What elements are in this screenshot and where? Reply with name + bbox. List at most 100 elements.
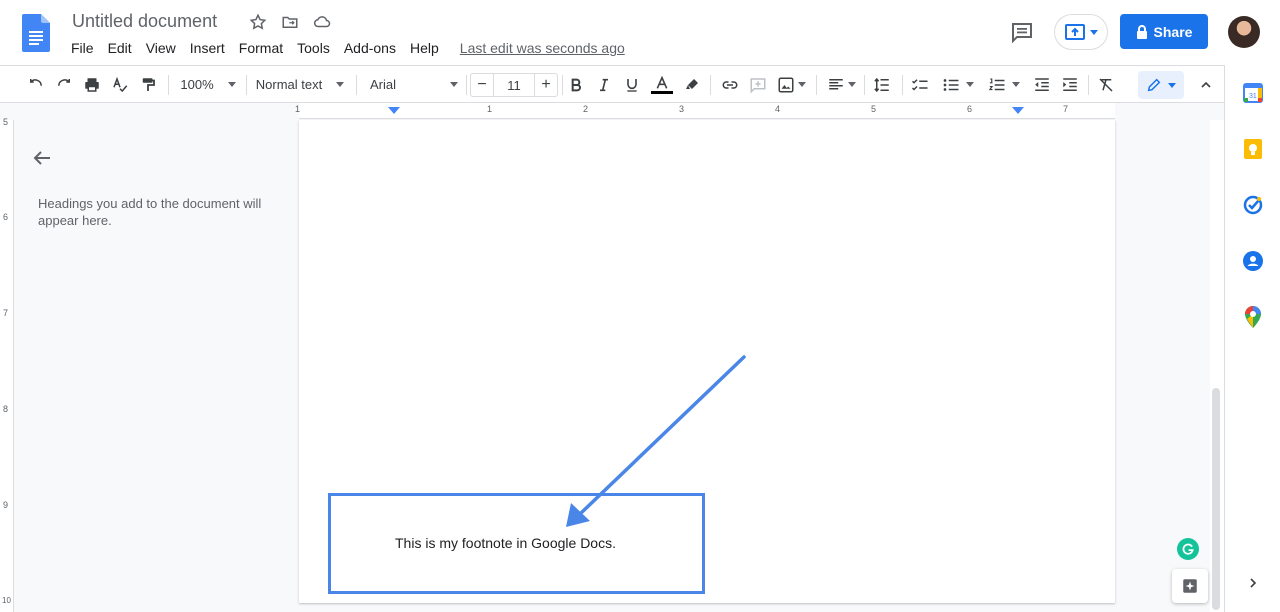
title-actions bbox=[248, 12, 332, 32]
highlight-color-button[interactable] bbox=[680, 66, 704, 103]
cloud-saved-icon[interactable] bbox=[312, 12, 332, 32]
paint-format-button[interactable] bbox=[136, 66, 160, 103]
decrease-indent-button[interactable] bbox=[1030, 66, 1054, 103]
undo-button[interactable] bbox=[24, 66, 48, 103]
align-button[interactable] bbox=[824, 66, 858, 103]
paragraph-style-select[interactable]: Normal text bbox=[252, 66, 348, 103]
tasks-icon[interactable] bbox=[1242, 194, 1264, 216]
menu-tools[interactable]: Tools bbox=[290, 38, 337, 58]
line-spacing-icon bbox=[874, 77, 889, 92]
editing-mode-select[interactable] bbox=[1138, 71, 1184, 99]
chevron-right-icon[interactable] bbox=[1245, 575, 1261, 591]
increase-indent-button[interactable] bbox=[1058, 66, 1082, 103]
keep-icon[interactable] bbox=[1242, 138, 1264, 160]
footnote-text[interactable]: This is my footnote in Google Docs. bbox=[395, 535, 616, 551]
decrease-font-size-button[interactable]: − bbox=[471, 74, 493, 96]
zoom-select[interactable]: 100% bbox=[176, 66, 240, 103]
right-indent-marker[interactable] bbox=[1012, 107, 1024, 114]
formatting-toolbar: 100% Normal text Arial − 11 + bbox=[0, 65, 1224, 103]
horizontal-ruler: 1 1 2 3 4 5 6 7 bbox=[0, 103, 1224, 120]
underline-icon bbox=[627, 78, 637, 92]
add-comment-icon bbox=[750, 77, 766, 94]
document-title[interactable]: Untitled document bbox=[72, 11, 217, 32]
menu-add-ons[interactable]: Add-ons bbox=[337, 38, 403, 58]
italic-button[interactable] bbox=[594, 66, 614, 103]
chevron-down-icon bbox=[966, 82, 974, 87]
font-size-input[interactable]: 11 bbox=[493, 74, 535, 96]
chevron-down-icon bbox=[1012, 82, 1020, 87]
text-color-icon bbox=[656, 75, 668, 89]
bulleted-list-icon bbox=[943, 78, 959, 91]
share-button[interactable]: Share bbox=[1120, 14, 1208, 49]
zoom-value: 100% bbox=[180, 77, 214, 92]
align-left-icon bbox=[828, 78, 843, 89]
vruler-label: 7 bbox=[3, 308, 9, 318]
share-label: Share bbox=[1153, 23, 1193, 40]
checklist-button[interactable] bbox=[908, 66, 932, 103]
italic-icon bbox=[600, 78, 608, 91]
bold-button[interactable] bbox=[566, 66, 586, 103]
vruler-label: 8 bbox=[3, 404, 9, 414]
explore-button[interactable] bbox=[1172, 569, 1208, 603]
lock-icon bbox=[1136, 24, 1147, 39]
image-icon bbox=[778, 77, 793, 92]
close-outline-arrow-icon[interactable] bbox=[30, 146, 54, 170]
toolbar-divider bbox=[562, 75, 563, 95]
bold-icon bbox=[571, 78, 581, 91]
numbered-list-button[interactable] bbox=[984, 66, 1024, 103]
ruler-label: 2 bbox=[583, 104, 589, 114]
google-docs-logo-icon[interactable] bbox=[22, 14, 50, 52]
comment-history-icon[interactable] bbox=[1010, 20, 1034, 44]
print-button[interactable] bbox=[80, 66, 104, 103]
ruler-label: 3 bbox=[679, 104, 685, 114]
move-folder-icon[interactable] bbox=[280, 12, 300, 32]
svg-text:31: 31 bbox=[1249, 93, 1257, 100]
menu-help[interactable]: Help bbox=[403, 38, 446, 58]
avatar[interactable] bbox=[1228, 16, 1260, 48]
text-color-button[interactable] bbox=[650, 66, 674, 103]
bulleted-list-button[interactable] bbox=[938, 66, 978, 103]
font-family-value: Arial bbox=[370, 77, 397, 92]
menu-edit[interactable]: Edit bbox=[101, 38, 139, 58]
vruler-label: 6 bbox=[3, 212, 9, 222]
star-icon[interactable] bbox=[248, 12, 268, 32]
font-family-select[interactable]: Arial bbox=[366, 66, 462, 103]
redo-button[interactable] bbox=[52, 66, 76, 103]
present-button[interactable] bbox=[1054, 14, 1108, 50]
ruler-label: 5 bbox=[871, 104, 877, 114]
redo-icon bbox=[58, 78, 70, 86]
maps-icon[interactable] bbox=[1242, 306, 1264, 328]
menu-format[interactable]: Format bbox=[232, 38, 290, 58]
chevron-down-icon bbox=[336, 82, 345, 87]
highlighter-icon bbox=[686, 78, 698, 89]
toolbar-divider bbox=[168, 75, 169, 95]
toolbar-divider bbox=[1088, 75, 1089, 95]
chevron-down-icon bbox=[1090, 29, 1098, 35]
menu-insert[interactable]: Insert bbox=[183, 38, 232, 58]
hide-menus-button[interactable] bbox=[1194, 66, 1218, 103]
chevron-down-icon bbox=[227, 82, 236, 87]
calendar-icon[interactable]: 31 bbox=[1242, 82, 1264, 104]
insert-image-button[interactable] bbox=[774, 66, 808, 103]
docs-header: Untitled document File Edit View Insert … bbox=[0, 0, 1280, 65]
left-indent-marker[interactable] bbox=[388, 107, 400, 114]
menu-bar: File Edit View Insert Format Tools Add-o… bbox=[64, 38, 625, 58]
toolbar-divider bbox=[864, 75, 865, 95]
grammarly-icon[interactable] bbox=[1177, 538, 1199, 560]
add-comment-button[interactable] bbox=[746, 66, 770, 103]
underline-button[interactable] bbox=[622, 66, 642, 103]
menu-view[interactable]: View bbox=[139, 38, 183, 58]
last-edit-link[interactable]: Last edit was seconds ago bbox=[460, 40, 625, 56]
explore-sparkle-icon bbox=[1183, 579, 1197, 593]
line-spacing-button[interactable] bbox=[870, 66, 894, 103]
clear-formatting-button[interactable] bbox=[1094, 66, 1118, 103]
spellcheck-button[interactable] bbox=[108, 66, 132, 103]
menu-file[interactable]: File bbox=[64, 38, 101, 58]
vruler-label: 5 bbox=[3, 117, 9, 127]
increase-font-size-button[interactable]: + bbox=[535, 74, 557, 96]
vertical-scrollbar[interactable] bbox=[1212, 388, 1220, 610]
vertical-ruler: 5 6 7 8 9 10 bbox=[0, 117, 14, 612]
insert-link-button[interactable] bbox=[718, 66, 742, 103]
toolbar-divider bbox=[466, 75, 467, 95]
contacts-icon[interactable] bbox=[1242, 250, 1264, 272]
